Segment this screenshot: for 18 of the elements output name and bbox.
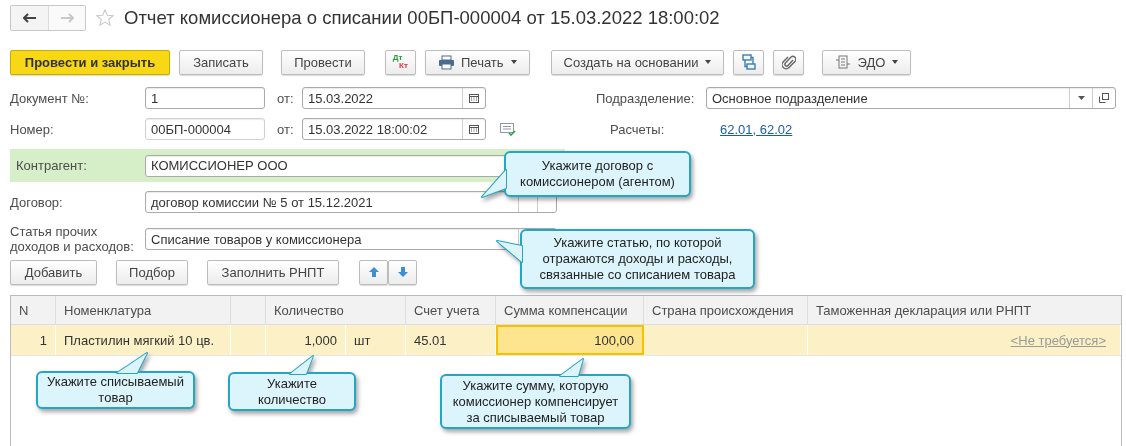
field-label: Подразделение: [596,90,696,106]
field-label: Расчеты: [610,121,666,137]
hint-tooltip: Укажите договор с комиссионером (агентом) [480,150,692,199]
field-label: Номер: [10,121,55,137]
hint-tooltip: Укажите количество [227,354,357,412]
hint-tooltip: Укажите статью, по которой отражаются доходы и расходы, связанные со списанием товара [495,228,756,290]
field-label: от: [277,121,295,137]
field-label: от: [277,90,295,106]
table-cell: 1 [11,325,56,355]
hint-tooltip: Укажите сумму, которую комиссионер компенсирует за списываемый товар [439,357,632,430]
field-label: Статья прочих доходов и расходов: [10,224,135,254]
hint-tooltip: Укажите списываемый товар [35,351,196,410]
field-label: Документ №: [10,90,90,106]
table-cell: 1,000 [266,325,346,355]
field-label: Контрагент: [15,158,88,173]
table-cell: шт [346,325,406,355]
field-label: Договор: [10,194,64,210]
window-title: Отчет комиссионера о списании 00БП-000004 от 15.03.2022 18:00:02 [124,7,720,29]
